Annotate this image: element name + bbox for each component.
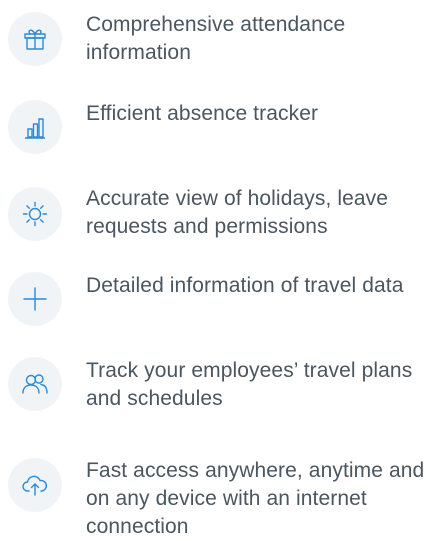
- feature-text: Accurate view of holidays, leave request…: [86, 187, 389, 238]
- cloud-upload-icon: [8, 458, 62, 512]
- feature-text: Comprehensive attendance information: [86, 13, 346, 64]
- feature-item-holidays: Accurate view of holidays, leave request…: [8, 185, 439, 241]
- feature-item-absence: Efficient absence tracker: [8, 100, 439, 154]
- feature-text: Fast access anywhere, anytime and on any…: [86, 459, 425, 538]
- feature-item-travel-data: Detailed information of travel data: [8, 272, 439, 326]
- feature-item-access: Fast access anywhere, anytime and on any…: [8, 457, 439, 541]
- sun-icon: [8, 187, 62, 241]
- feature-text: Efficient absence tracker: [86, 102, 319, 125]
- users-icon: [8, 357, 62, 411]
- feature-text: Detailed information of travel data: [86, 274, 404, 297]
- plus-icon: [8, 272, 62, 326]
- feature-list: Comprehensive attendance information Eff…: [0, 0, 439, 539]
- feature-text: Track your employees’ travel plans and s…: [86, 359, 413, 410]
- gift-icon: [8, 12, 62, 66]
- bar-chart-icon: [8, 100, 62, 154]
- feature-item-attendance: Comprehensive attendance information: [8, 11, 439, 67]
- feature-item-travel-plans: Track your employees’ travel plans and s…: [8, 357, 439, 413]
